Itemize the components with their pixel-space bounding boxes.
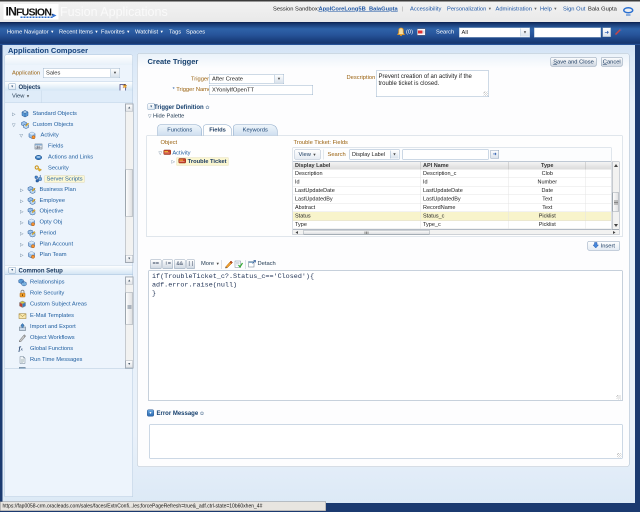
svg-text:30: 30 [36,146,40,150]
